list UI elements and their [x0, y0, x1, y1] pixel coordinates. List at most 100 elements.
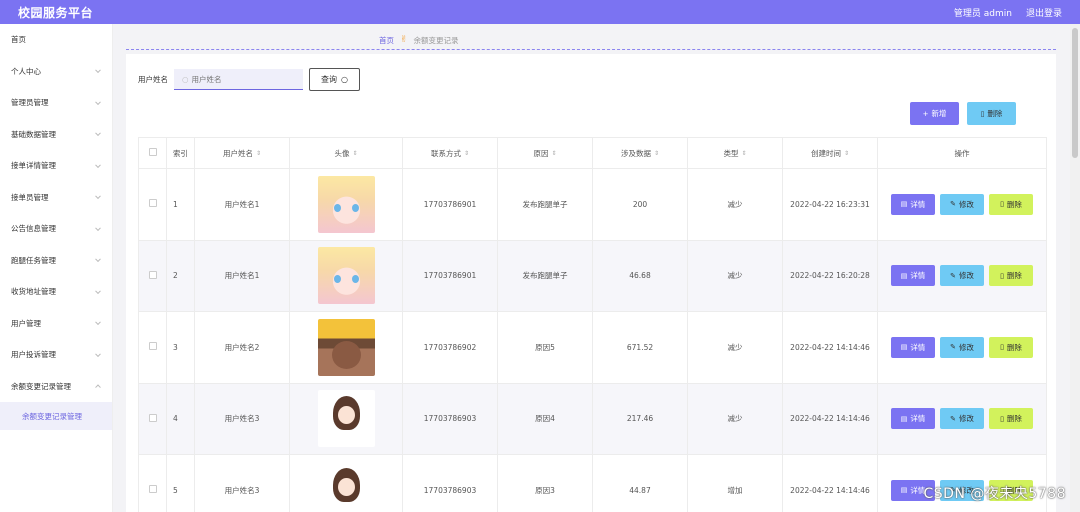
breadcrumb-current: 余额变更记录 [413, 35, 459, 45]
header-created[interactable]: 创建时间 ⇕ [782, 137, 878, 169]
header-avatar[interactable]: 头像 ⇕ [289, 137, 403, 169]
header-label: 原因 [533, 148, 549, 158]
remove-button[interactable]: ▯ 删除 [989, 336, 1033, 358]
sort-icon[interactable]: ⇕ [256, 150, 261, 157]
pencil-icon: ✎ [950, 200, 956, 209]
row-index: 1 [166, 168, 195, 241]
sort-icon[interactable]: ⇕ [464, 150, 469, 157]
row-index: 2 [166, 239, 195, 312]
row-reason: 发布跑腿单子 [497, 168, 593, 241]
sidebar-item-label: 用户管理 [11, 318, 41, 328]
row-avatar [289, 454, 403, 512]
sidebar-item-address[interactable]: 收货地址管理 [0, 276, 112, 308]
row-actions: ▤ 详情 ✎ 修改 ▯ 删除 [877, 382, 1047, 455]
remove-button[interactable]: ▯ 删除 [989, 265, 1033, 287]
edit-button[interactable]: ✎ 修改 [940, 193, 984, 215]
sidebar-item-complaint[interactable]: 用户投诉管理 [0, 339, 112, 371]
sort-icon[interactable]: ⇕ [352, 150, 357, 157]
select-all-checkbox[interactable] [138, 137, 167, 169]
header-amount[interactable]: 涉及数据 ⇕ [592, 137, 688, 169]
search-input[interactable] [191, 74, 292, 84]
pencil-icon: ✎ [950, 343, 956, 352]
sidebar-item-personal[interactable]: 个人中心 [0, 56, 112, 88]
sidebar-item-label: 首页 [11, 35, 26, 45]
search-field[interactable]: ○ [174, 69, 303, 90]
sidebar-item-home[interactable]: 首页 [0, 24, 112, 56]
remove-button[interactable]: ▯ 删除 [989, 193, 1033, 215]
trash-icon: ▯ [1000, 343, 1004, 352]
document-icon: ▤ [900, 200, 908, 209]
row-actions: ▤ 详情 ✎ 修改 ▯ 删除 [877, 239, 1047, 312]
search-icon: ○ [182, 74, 189, 84]
edit-button[interactable]: ✎ 修改 [940, 408, 984, 430]
sort-icon[interactable]: ⇕ [654, 150, 659, 157]
sidebar-item-label: 个人中心 [11, 66, 41, 76]
balance-records-table: 索引 用户姓名 ⇕ 头像 ⇕ 联系方式 ⇕ 原因 ⇕ 涉及数据 ⇕ 类型 ⇕ 创建时间 ⇕ 操… [138, 137, 1047, 512]
row-type: 减少 [687, 382, 783, 455]
header-reason[interactable]: 原因 ⇕ [497, 137, 593, 169]
breadcrumb-home[interactable]: 首页 [379, 35, 394, 46]
edit-button[interactable]: ✎ 修改 [940, 265, 984, 287]
header-label: 涉及数据 [620, 148, 651, 158]
row-avatar [289, 382, 403, 455]
row-checkbox[interactable] [138, 454, 167, 512]
row-name: 用户姓名3 [194, 454, 290, 512]
row-type: 减少 [687, 239, 783, 312]
vertical-scrollbar[interactable] [1070, 24, 1080, 512]
detail-button[interactable]: ▤ 详情 [891, 408, 935, 430]
table-row: 4 用户姓名3 17703786903 原因4 217.46 减少 2022-0… [138, 382, 1047, 455]
chevron-down-icon [95, 67, 101, 74]
detail-button[interactable]: ▤ 详情 [891, 265, 935, 287]
row-avatar [289, 311, 403, 384]
row-amount: 671.52 [592, 311, 688, 384]
row-created: 2022-04-22 16:20:28 [782, 239, 878, 312]
document-icon: ▤ [900, 343, 908, 352]
chevron-down-icon [95, 351, 101, 357]
row-checkbox[interactable] [138, 168, 167, 241]
logout-link[interactable]: 退出登录 [1026, 6, 1062, 19]
detail-button[interactable]: ▤ 详情 [891, 336, 935, 358]
sort-icon[interactable]: ⇕ [844, 150, 849, 157]
sidebar-subitem-balance-records[interactable]: 余额变更记录管理 [0, 402, 112, 430]
chevron-down-icon [95, 288, 101, 294]
header-type[interactable]: 类型 ⇕ [687, 137, 783, 169]
search-row: 用户姓名 ○ 查询 ○ [138, 68, 360, 91]
document-icon: ▤ [900, 271, 908, 280]
query-button[interactable]: 查询 ○ [309, 68, 360, 91]
query-button-label: 查询 [321, 75, 337, 84]
sidebar-item-order-detail[interactable]: 接单详情管理 [0, 150, 112, 182]
sidebar-item-notice[interactable]: 公告信息管理 [0, 213, 112, 245]
header-name[interactable]: 用户姓名 ⇕ [194, 137, 290, 169]
remove-button-label: 删除 [1006, 414, 1022, 424]
sidebar-item-courier[interactable]: 接单员管理 [0, 182, 112, 214]
sort-icon[interactable]: ⇕ [551, 150, 556, 157]
sidebar-item-label: 余额变更记录管理 [22, 411, 82, 421]
table-row: 2 用户姓名1 17703786901 发布跑腿单子 46.68 减少 2022… [138, 239, 1047, 312]
row-phone: 17703786901 [402, 168, 498, 241]
delete-button[interactable]: ▯ 删除 [967, 102, 1016, 125]
pencil-icon: ✎ [950, 414, 956, 423]
chevron-down-icon [95, 256, 101, 263]
sidebar-item-balance[interactable]: 余额变更记录管理 [0, 371, 112, 403]
detail-button[interactable]: ▤ 详情 [891, 193, 935, 215]
sidebar-item-basic-data[interactable]: 基础数据管理 [0, 119, 112, 151]
remove-button[interactable]: ▯ 删除 [989, 408, 1033, 430]
scrollbar-thumb[interactable] [1072, 28, 1078, 158]
header-label: 用户姓名 [222, 148, 253, 158]
document-icon: ▤ [900, 486, 908, 495]
row-checkbox[interactable] [138, 311, 167, 384]
sidebar-item-errand[interactable]: 跑腿任务管理 [0, 245, 112, 277]
detail-button-label: 详情 [910, 199, 926, 209]
row-checkbox[interactable] [138, 382, 167, 455]
header-phone[interactable]: 联系方式 ⇕ [402, 137, 498, 169]
edit-button[interactable]: ✎ 修改 [940, 336, 984, 358]
sidebar-item-users[interactable]: 用户管理 [0, 308, 112, 340]
row-phone: 17703786903 [402, 454, 498, 512]
table-row: 1 用户姓名1 17703786901 发布跑腿单子 200 减少 2022-0… [138, 168, 1047, 241]
sidebar-item-admin[interactable]: 管理员管理 [0, 87, 112, 119]
chevron-down-icon [95, 225, 101, 231]
add-button[interactable]: + 新增 [910, 102, 959, 125]
row-created: 2022-04-22 16:23:31 [782, 168, 878, 241]
row-checkbox[interactable] [138, 239, 167, 312]
sort-icon[interactable]: ⇕ [741, 150, 746, 157]
